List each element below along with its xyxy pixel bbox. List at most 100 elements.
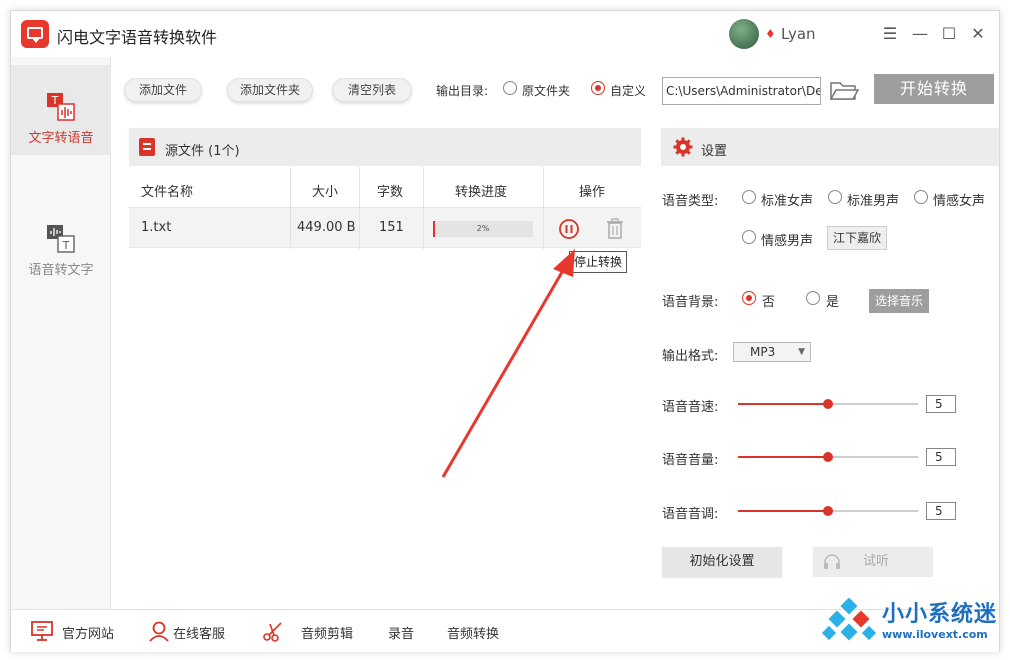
svg-text:T: T	[62, 239, 70, 252]
avatar[interactable]	[729, 19, 759, 49]
sidebar-item-speech-to-text[interactable]: T 语音转文字	[11, 197, 111, 287]
website-link[interactable]: 官方网站	[62, 623, 114, 642]
speed-label: 语音音速:	[662, 400, 719, 415]
sidebar-item-text-to-speech[interactable]: T 文字转语音	[11, 65, 111, 155]
app-window: 闪电文字语音转换软件 ♦ Lyan ☰ — ☐ ✕ T 文字转语音 T 语音转文…	[10, 10, 1000, 652]
slider-handle[interactable]	[823, 452, 833, 462]
output-source-label: 原文件夹	[522, 84, 571, 98]
background-no-label: 否	[762, 295, 776, 310]
username[interactable]: Lyan	[781, 25, 816, 43]
output-path-input[interactable]: C:\Users\Administrator\De	[662, 77, 821, 105]
voice-option-label: 标准男声	[847, 194, 900, 209]
voice-option-label: 情感男声	[761, 234, 814, 249]
column-header-size[interactable]: 大小	[312, 181, 338, 200]
cell-file-size: 449.00 B	[297, 220, 356, 235]
output-custom-label: 自定义	[610, 84, 647, 98]
volume-value-input[interactable]: 5	[926, 448, 956, 466]
add-file-button[interactable]: 添加文件	[124, 78, 202, 102]
speech-to-text-icon: T	[47, 225, 75, 253]
source-files-header: 源文件 (1个)	[129, 128, 641, 166]
customer-service-icon	[149, 621, 169, 642]
gear-icon	[673, 137, 693, 157]
voice-radio-standard-male[interactable]	[828, 190, 842, 204]
sidebar-item-label: 文字转语音	[28, 131, 94, 146]
column-header-actions: 操作	[579, 185, 606, 200]
start-convert-button[interactable]: 开始转换	[874, 74, 994, 104]
record-link[interactable]: 录音	[388, 623, 414, 642]
voice-radio-standard-female[interactable]	[742, 190, 756, 204]
annotation-arrow	[441, 249, 575, 478]
pitch-slider[interactable]	[738, 505, 918, 517]
background-label: 语音背景:	[662, 295, 719, 310]
voice-radio-emotional-female[interactable]	[914, 190, 928, 204]
monitor-icon	[31, 621, 53, 641]
sidebar-item-label: 语音转文字	[28, 263, 94, 278]
speed-slider[interactable]	[738, 398, 918, 410]
format-select[interactable]: MP3 ▼	[733, 342, 811, 362]
menu-icon[interactable]: ☰	[879, 23, 901, 45]
close-button[interactable]: ✕	[967, 23, 989, 45]
column-divider	[290, 167, 291, 249]
voice-radio-emotional-male[interactable]	[742, 230, 756, 244]
audio-convert-link[interactable]: 音频转换	[447, 623, 499, 642]
vip-badge-icon: ♦	[765, 27, 776, 41]
watermark-logo	[822, 598, 876, 641]
add-folder-button[interactable]: 添加文件夹	[227, 78, 313, 102]
progress-text: 2%	[476, 224, 490, 233]
minimize-button[interactable]: —	[909, 23, 931, 45]
voice-type-label: 语音类型:	[662, 194, 719, 209]
sidebar: T 文字转语音 T 语音转文字	[11, 57, 111, 609]
settings-header: 设置	[661, 128, 999, 166]
app-title: 闪电文字语音转换软件	[57, 28, 218, 47]
folder-icon[interactable]	[829, 79, 859, 103]
background-yes-label: 是	[826, 295, 840, 310]
pitch-value-input[interactable]: 5	[926, 502, 956, 520]
column-divider	[359, 167, 360, 249]
watermark-title: 小小系统迷	[882, 602, 998, 627]
voice-option-label: 情感女声	[933, 194, 986, 209]
slider-handle[interactable]	[823, 399, 833, 409]
support-link[interactable]: 在线客服	[173, 623, 225, 642]
watermark-url: www.ilovext.com	[882, 628, 988, 641]
headphones-icon	[824, 554, 840, 569]
slider-handle[interactable]	[823, 506, 833, 516]
reset-settings-button[interactable]: 初始化设置	[662, 547, 782, 577]
column-header-progress[interactable]: 转换进度	[455, 181, 507, 200]
column-divider	[543, 167, 544, 249]
volume-label: 语音音量:	[662, 453, 719, 468]
volume-slider[interactable]	[738, 451, 918, 463]
title-bar: 闪电文字语音转换软件 ♦ Lyan ☰ — ☐ ✕	[11, 11, 999, 57]
cell-file-name: 1.txt	[141, 220, 172, 235]
choose-music-button[interactable]: 选择音乐	[869, 289, 929, 313]
trash-icon[interactable]	[605, 218, 625, 240]
listen-button[interactable]: 试听	[813, 547, 933, 577]
background-no-radio[interactable]	[742, 291, 756, 305]
clear-list-button[interactable]: 清空列表	[332, 78, 412, 102]
voice-name-button[interactable]: 江下嘉欣	[827, 226, 887, 250]
column-header-name[interactable]: 文件名称	[141, 181, 193, 200]
background-yes-radio[interactable]	[806, 291, 820, 305]
speed-value-input[interactable]: 5	[926, 395, 956, 413]
watermark: 小小系统迷 www.ilovext.com	[812, 590, 1002, 652]
text-to-speech-icon: T	[47, 93, 75, 121]
source-files-title: 源文件 (1个)	[165, 144, 240, 159]
format-select-value: MP3	[750, 345, 776, 359]
chevron-down-icon: ▼	[798, 347, 805, 357]
format-label: 输出格式:	[662, 349, 719, 364]
output-dir-label: 输出目录:	[436, 84, 489, 98]
column-header-chars[interactable]: 字数	[377, 181, 403, 200]
pitch-label: 语音音调:	[662, 507, 719, 522]
progress-bar: 2%	[433, 221, 533, 237]
cell-char-count: 151	[379, 220, 404, 235]
settings-title: 设置	[701, 144, 728, 159]
output-source-radio[interactable]	[503, 81, 517, 95]
maximize-button[interactable]: ☐	[938, 23, 960, 45]
voice-option-label: 标准女声	[761, 194, 814, 209]
column-divider	[423, 167, 424, 249]
audio-edit-link[interactable]: 音频剪辑	[301, 623, 353, 642]
document-icon	[139, 138, 155, 156]
pause-icon[interactable]	[558, 218, 580, 240]
listen-button-label: 试听	[863, 554, 890, 569]
output-custom-radio[interactable]	[591, 81, 605, 95]
scissors-icon	[263, 622, 282, 642]
